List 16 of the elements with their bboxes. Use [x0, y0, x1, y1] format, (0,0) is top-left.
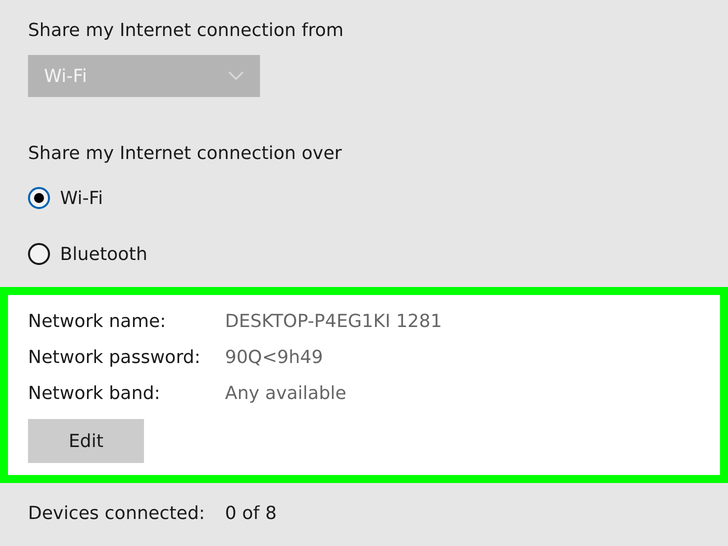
- field-value: Any available: [225, 382, 348, 406]
- radio-button[interactable]: [28, 243, 50, 265]
- field-value: 90Q<9h49: [225, 346, 324, 370]
- edit-button[interactable]: Edit: [28, 419, 144, 463]
- radio-button[interactable]: [28, 187, 50, 209]
- field-label: Network password:: [28, 346, 202, 370]
- radio-label: Bluetooth: [60, 244, 148, 264]
- field-value: 0 of 8: [225, 503, 278, 524]
- field-label: Network name:: [28, 310, 167, 334]
- radio-label: Wi-Fi: [60, 188, 103, 208]
- field-label: Devices connected:: [28, 503, 206, 524]
- section-heading: Share my Internet connection over: [28, 142, 343, 166]
- field-label: Network band:: [28, 382, 162, 406]
- chevron-down-icon: [228, 71, 244, 81]
- field-value: DESKTOP-P4EG1KI 1281: [225, 310, 443, 334]
- section-heading: Share my Internet connection from: [28, 19, 345, 43]
